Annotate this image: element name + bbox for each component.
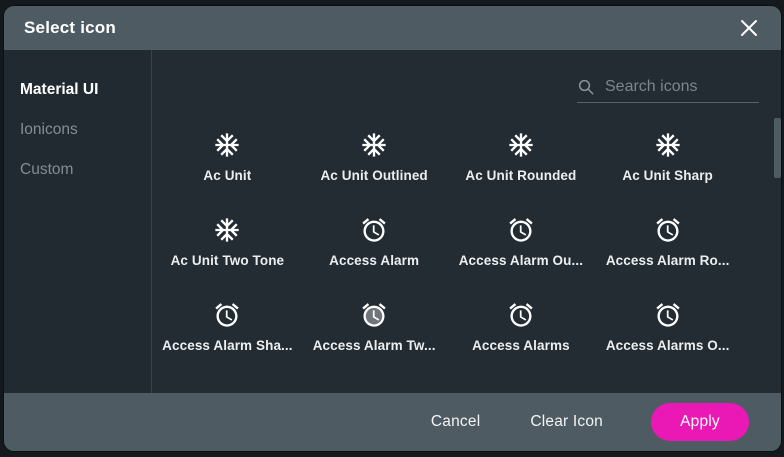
select-icon-dialog: Select icon Material UIIoniconsCustom Ac… <box>4 6 781 451</box>
icon-label: Access Alarm <box>329 252 420 268</box>
access-alarm-two-tone-icon <box>362 302 386 327</box>
close-button[interactable] <box>735 14 763 42</box>
access-alarm-icon <box>509 217 533 242</box>
icon-grid-item[interactable]: Access Alarms O... <box>594 284 741 369</box>
cancel-button[interactable]: Cancel <box>429 407 482 437</box>
icon-label: Access Alarm Ou... <box>458 252 584 268</box>
icon-grid-item[interactable]: Ac Unit Rounded <box>448 114 595 199</box>
icon-grid-item[interactable]: Ac Unit Outlined <box>301 114 448 199</box>
icon-grid-item[interactable]: Access Alarms <box>448 284 595 369</box>
access-alarm-icon <box>655 302 680 327</box>
icon-label: Access Alarm Ro... <box>605 252 730 268</box>
icon-label: Ac Unit Sharp <box>622 167 713 183</box>
access-alarm-icon <box>655 217 680 242</box>
scrollbar-thumb[interactable] <box>774 118 781 178</box>
icon-label: Ac Unit Rounded <box>465 167 577 183</box>
sidebar-item-ionicons[interactable]: Ionicons <box>4 110 151 150</box>
dialog-title: Select icon <box>24 18 116 37</box>
icon-grid-item[interactable]: Ac Unit Sharp <box>594 114 741 199</box>
dialog-body: Material UIIoniconsCustom Ac UnitAc Unit… <box>4 50 781 393</box>
icon-label: Access Alarm Tw... <box>312 337 436 353</box>
icon-label: Access Alarms <box>472 337 570 353</box>
access-alarm-icon <box>509 302 533 327</box>
icon-label: Ac Unit Two Tone <box>170 252 285 268</box>
access-alarm-icon <box>215 302 240 327</box>
icon-grid-item[interactable]: Access Alarm Ou... <box>448 199 595 284</box>
clear-icon-button[interactable]: Clear Icon <box>528 407 605 437</box>
sidebar: Material UI Ionicons Custom <box>4 50 152 393</box>
content-scrollbar[interactable] <box>773 50 781 393</box>
icon-label: Ac Unit <box>203 167 252 183</box>
icon-grid-item[interactable]: Access Alarm Ro... <box>594 199 741 284</box>
dialog-header: Select icon <box>4 6 781 50</box>
sidebar-item-material-ui[interactable]: Material UI <box>4 70 151 110</box>
icon-grid-item[interactable]: Access Alarm Tw... <box>301 284 448 369</box>
search-box[interactable] <box>577 72 759 103</box>
icon-grid-item[interactable]: Access Alarm <box>301 199 448 284</box>
ac-unit-icon <box>655 132 680 157</box>
apply-button[interactable]: Apply <box>651 403 749 441</box>
icon-label: Access Alarm Sha... <box>162 337 293 353</box>
search-input[interactable] <box>603 77 759 97</box>
ac-unit-icon <box>362 132 386 157</box>
search-icon <box>578 79 594 95</box>
ac-unit-icon <box>215 217 240 242</box>
icon-grid-item[interactable]: Ac Unit Two Tone <box>154 199 301 284</box>
sidebar-item-custom[interactable]: Custom <box>4 150 151 190</box>
icon-label: Access Alarms O... <box>605 337 730 353</box>
ac-unit-icon <box>215 132 240 157</box>
icon-grid-item[interactable]: Ac Unit <box>154 114 301 199</box>
close-icon <box>741 20 757 36</box>
access-alarm-icon <box>362 217 386 242</box>
icon-grid-item[interactable]: Access Alarm Sha... <box>154 284 301 369</box>
icon-panel: Ac Unit Ac Unit Outlined Ac Unit Rounded Ac… <box>152 50 781 393</box>
ac-unit-icon <box>509 132 533 157</box>
icon-label: Ac Unit Outlined <box>320 167 428 183</box>
icon-grid: Ac Unit Ac Unit Outlined Ac Unit Rounded Ac… <box>154 114 741 369</box>
dialog-footer: Cancel Clear Icon Apply <box>4 393 781 451</box>
